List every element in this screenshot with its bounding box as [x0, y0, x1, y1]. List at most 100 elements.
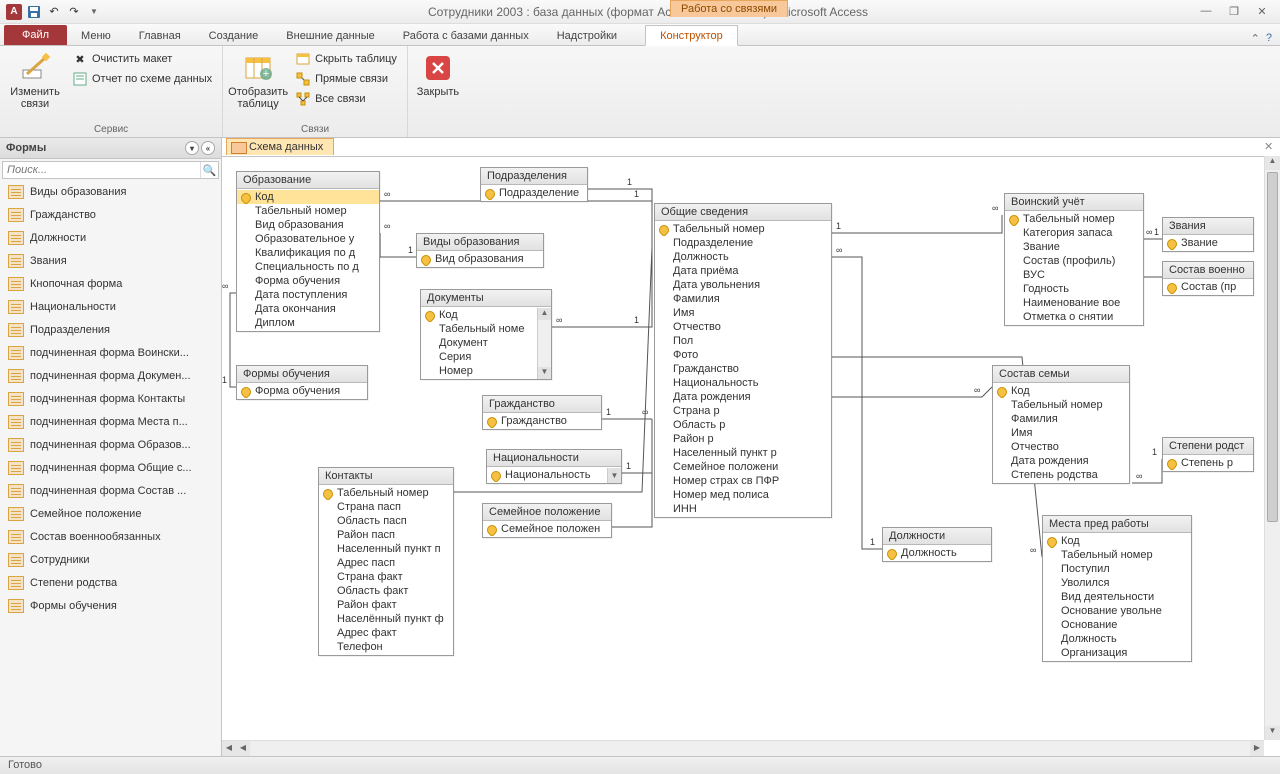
- nav-search-input[interactable]: [3, 162, 200, 178]
- nav-item[interactable]: Гражданство: [0, 204, 221, 227]
- table-header[interactable]: Подразделения: [481, 168, 587, 185]
- table-field[interactable]: Телефон: [319, 640, 453, 654]
- table-formy-obucheniya[interactable]: Формы обученияФорма обучения: [236, 365, 368, 400]
- tab-database-tools[interactable]: Работа с базами данных: [389, 26, 543, 45]
- table-header[interactable]: Образование: [237, 172, 379, 189]
- table-field[interactable]: Отметка о снятии: [1005, 310, 1143, 324]
- tab-external-data[interactable]: Внешние данные: [272, 26, 388, 45]
- table-field[interactable]: Дата увольнения: [655, 278, 831, 292]
- search-icon[interactable]: 🔍: [200, 162, 218, 178]
- edit-relationships-button[interactable]: Изменить связи: [6, 50, 64, 112]
- tab-design[interactable]: Конструктор: [645, 25, 738, 46]
- table-field[interactable]: Номер: [421, 364, 551, 378]
- vertical-scrollbar[interactable]: ▲▼: [1264, 156, 1280, 740]
- table-field[interactable]: Уволился: [1043, 576, 1191, 590]
- table-header[interactable]: Воинский учёт: [1005, 194, 1143, 211]
- table-header[interactable]: Состав семьи: [993, 366, 1129, 383]
- table-field[interactable]: Населенный пункт п: [319, 542, 453, 556]
- table-field[interactable]: Подразделение: [655, 236, 831, 250]
- table-field[interactable]: Область р: [655, 418, 831, 432]
- table-field[interactable]: Фото: [655, 348, 831, 362]
- table-field[interactable]: Организация: [1043, 646, 1191, 660]
- show-table-button[interactable]: + Отобразить таблицу: [229, 50, 287, 112]
- table-field[interactable]: Пол: [655, 334, 831, 348]
- table-sostav-semyi[interactable]: Состав семьиКодТабельный номерФамилияИмя…: [992, 365, 1130, 484]
- table-mesta-pred-raboty[interactable]: Места пред работыКодТабельный номерПосту…: [1042, 515, 1192, 662]
- table-field[interactable]: Имя: [655, 306, 831, 320]
- table-field[interactable]: Серия: [421, 350, 551, 364]
- tab-create[interactable]: Создание: [195, 26, 273, 45]
- table-field[interactable]: Адрес пасп: [319, 556, 453, 570]
- close-button[interactable]: ✕: [1252, 5, 1272, 18]
- table-field[interactable]: Наименование вое: [1005, 296, 1143, 310]
- table-header[interactable]: Состав военно: [1163, 262, 1253, 279]
- table-field[interactable]: Номер страх св ПФР: [655, 474, 831, 488]
- table-podrazdeleniya[interactable]: ПодразделенияПодразделение: [480, 167, 588, 202]
- table-stepeni-rodstva[interactable]: Степени родстСтепень р: [1162, 437, 1254, 472]
- nav-item[interactable]: Сотрудники: [0, 549, 221, 572]
- clear-layout-button[interactable]: ✖Очистить макет: [68, 50, 216, 68]
- table-field[interactable]: Табельный номе: [421, 322, 551, 336]
- table-voinskiy-uchet[interactable]: Воинский учётТабельный номерКатегория за…: [1004, 193, 1144, 326]
- table-field[interactable]: Степень родства: [993, 468, 1129, 482]
- tab-menu[interactable]: Меню: [67, 26, 125, 45]
- table-header[interactable]: Звания: [1163, 218, 1253, 235]
- table-field[interactable]: Район пасп: [319, 528, 453, 542]
- table-field[interactable]: Код: [993, 384, 1129, 398]
- help-icon[interactable]: ?: [1266, 32, 1272, 45]
- table-field[interactable]: Табельный номер: [993, 398, 1129, 412]
- table-field[interactable]: Табельный номер: [1005, 212, 1143, 226]
- table-field[interactable]: Табельный номер: [237, 204, 379, 218]
- table-field[interactable]: Район р: [655, 432, 831, 446]
- table-field[interactable]: Область факт: [319, 584, 453, 598]
- tab-addins[interactable]: Надстройки: [543, 26, 631, 45]
- close-button-ribbon[interactable]: Закрыть: [414, 50, 462, 100]
- table-field[interactable]: Вид образования: [237, 218, 379, 232]
- table-dolzhnosti[interactable]: ДолжностиДолжность: [882, 527, 992, 562]
- nav-item[interactable]: подчиненная форма Контакты: [0, 388, 221, 411]
- table-header[interactable]: Гражданство: [483, 396, 601, 413]
- nav-item[interactable]: подчиненная форма Общие с...: [0, 457, 221, 480]
- table-header[interactable]: Виды образования: [417, 234, 543, 251]
- nav-collapse-icon[interactable]: «: [201, 141, 215, 155]
- table-field[interactable]: Код: [1043, 534, 1191, 548]
- table-field[interactable]: Табельный номер: [1043, 548, 1191, 562]
- table-field[interactable]: Имя: [993, 426, 1129, 440]
- table-field[interactable]: Основание увольне: [1043, 604, 1191, 618]
- nav-item[interactable]: Звания: [0, 250, 221, 273]
- table-field[interactable]: Семейное положен: [483, 522, 611, 536]
- nav-pane-header[interactable]: Формы ▾«: [0, 138, 221, 159]
- table-field[interactable]: Специальность по д: [237, 260, 379, 274]
- table-field[interactable]: Национальность: [487, 468, 621, 482]
- nav-item[interactable]: Виды образования: [0, 181, 221, 204]
- table-field[interactable]: Семейное положени: [655, 460, 831, 474]
- table-grazhdanstvo[interactable]: ГражданствоГражданство: [482, 395, 602, 430]
- direct-relationships-button[interactable]: Прямые связи: [291, 70, 401, 88]
- nav-item[interactable]: Национальности: [0, 296, 221, 319]
- table-field[interactable]: Фамилия: [993, 412, 1129, 426]
- table-header[interactable]: Общие сведения: [655, 204, 831, 221]
- table-vidy-obrazovaniya[interactable]: Виды образованияВид образования: [416, 233, 544, 268]
- table-field[interactable]: Страна факт: [319, 570, 453, 584]
- table-field[interactable]: Звание: [1163, 236, 1253, 250]
- table-field[interactable]: Фамилия: [655, 292, 831, 306]
- relationship-report-button[interactable]: Отчет по схеме данных: [68, 70, 216, 88]
- table-field[interactable]: Звание: [1005, 240, 1143, 254]
- nav-item[interactable]: Степени родства: [0, 572, 221, 595]
- table-field[interactable]: Категория запаса: [1005, 226, 1143, 240]
- horizontal-scrollbar[interactable]: ◀◀▶: [222, 740, 1264, 756]
- table-field[interactable]: Гражданство: [655, 362, 831, 376]
- table-field[interactable]: Код: [237, 190, 379, 204]
- nav-item[interactable]: Кнопочная форма: [0, 273, 221, 296]
- table-field[interactable]: Страна пасп: [319, 500, 453, 514]
- table-field[interactable]: Должность: [1043, 632, 1191, 646]
- table-field[interactable]: Дата приёма: [655, 264, 831, 278]
- table-field[interactable]: Населенный пункт р: [655, 446, 831, 460]
- table-header[interactable]: Контакты: [319, 468, 453, 485]
- table-field[interactable]: Вид образования: [417, 252, 543, 266]
- table-header[interactable]: Документы: [421, 290, 551, 307]
- table-field[interactable]: Отчество: [655, 320, 831, 334]
- table-field[interactable]: Населённый пункт ф: [319, 612, 453, 626]
- nav-item[interactable]: подчиненная форма Места п...: [0, 411, 221, 434]
- table-field[interactable]: Дата рождения: [655, 390, 831, 404]
